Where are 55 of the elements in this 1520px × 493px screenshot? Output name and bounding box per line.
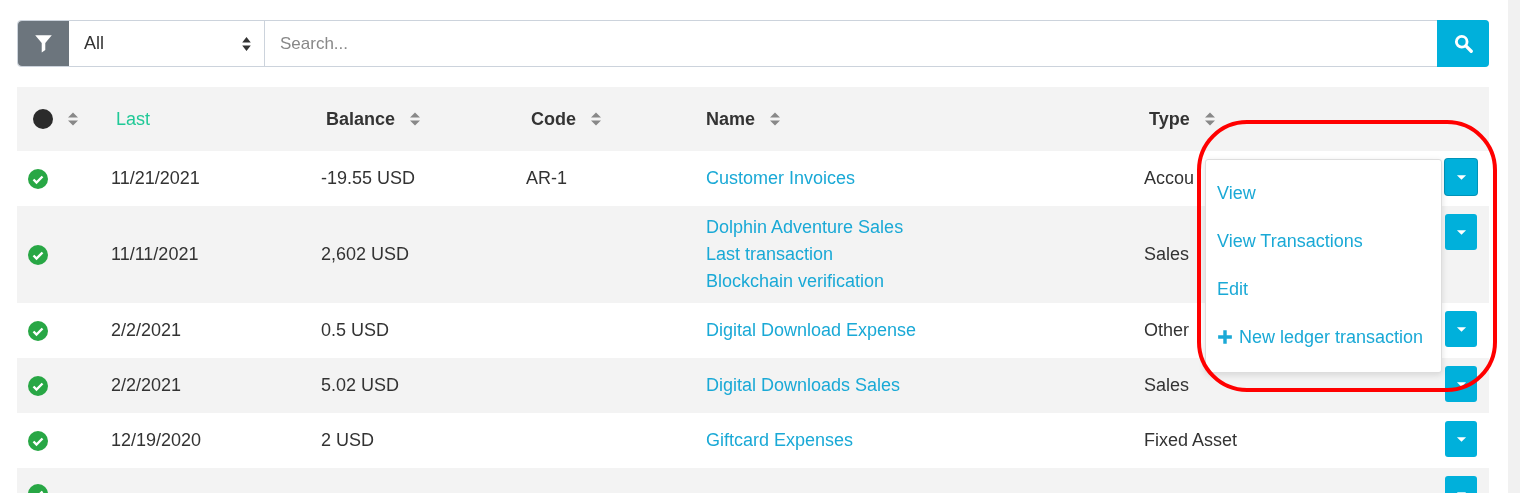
column-header[interactable]: Last bbox=[116, 108, 151, 130]
filter-button[interactable] bbox=[18, 21, 69, 66]
dropdown-button[interactable] bbox=[1445, 214, 1477, 250]
up-down-caret-icon bbox=[241, 35, 252, 52]
account-link[interactable]: Blockchain verification bbox=[706, 271, 885, 292]
account-link[interactable]: Digital Downloads Sales bbox=[706, 375, 901, 396]
account-link[interactable]: Dolphin Adventure Sales bbox=[706, 217, 904, 238]
column-header[interactable]: Balance bbox=[326, 108, 396, 130]
caret-icon bbox=[1455, 435, 1467, 443]
sort-icon[interactable] bbox=[409, 111, 422, 127]
menu-item[interactable]: Edit bbox=[1217, 278, 1441, 300]
sort-icon[interactable] bbox=[67, 111, 79, 127]
search-icon bbox=[1453, 34, 1473, 53]
caret-icon bbox=[1455, 380, 1467, 388]
balance-text: 5.02 USD bbox=[321, 375, 400, 396]
type-text: Accou bbox=[1144, 168, 1195, 189]
balance-text: 2 USD bbox=[321, 430, 374, 451]
type-text: Other bbox=[1144, 320, 1190, 341]
account-link[interactable]: Last transaction bbox=[706, 244, 834, 265]
menu-item[interactable]: View Transactions bbox=[1217, 230, 1441, 252]
type-text: Fixed Asset bbox=[1144, 430, 1238, 451]
code-text: AR-1 bbox=[526, 168, 567, 189]
date-text: 11/11/2021 bbox=[111, 244, 199, 265]
menu-item[interactable]: View bbox=[1217, 182, 1441, 204]
sort-icon[interactable] bbox=[590, 111, 602, 127]
dropdown-button[interactable] bbox=[1445, 311, 1477, 347]
column-header[interactable]: Code bbox=[531, 108, 576, 130]
caret-icon bbox=[1455, 228, 1467, 236]
sort-icon[interactable] bbox=[1203, 111, 1216, 127]
dropdown-button[interactable] bbox=[1445, 366, 1477, 402]
account-link[interactable]: Digital Download Expense bbox=[706, 320, 917, 341]
dropdown-button[interactable] bbox=[1445, 421, 1477, 457]
sort-icon[interactable] bbox=[769, 111, 782, 127]
caret-icon bbox=[1455, 173, 1467, 181]
date-text: 12/19/2020 bbox=[111, 430, 202, 451]
dropdown-button[interactable] bbox=[1445, 159, 1477, 195]
account-link[interactable]: Customer Invoices bbox=[706, 168, 856, 189]
plus-icon bbox=[1217, 329, 1233, 345]
filter-icon bbox=[34, 34, 53, 53]
date-text: 11/21/2021 bbox=[111, 168, 200, 189]
column-header[interactable]: Name bbox=[706, 108, 756, 130]
menu-item[interactable]: New ledger transaction bbox=[1217, 326, 1441, 348]
type-text: Sales bbox=[1144, 375, 1190, 396]
type-text: Sales bbox=[1144, 244, 1190, 265]
balance-text: 0.5 USD bbox=[321, 320, 390, 341]
column-header[interactable]: Type bbox=[1149, 108, 1190, 130]
search-button[interactable] bbox=[1437, 20, 1489, 67]
caret-icon bbox=[1455, 325, 1467, 333]
balance-text: 2,602 USD bbox=[321, 244, 410, 265]
search-bar[interactable]: All Search... bbox=[17, 20, 1489, 67]
date-text: 2/2/2021 bbox=[111, 320, 182, 341]
account-link[interactable]: Giftcard Expenses bbox=[706, 430, 854, 451]
status-dot-icon bbox=[33, 109, 53, 129]
balance-text: -19.55 USD bbox=[321, 168, 416, 189]
date-text: 2/2/2021 bbox=[111, 375, 182, 396]
